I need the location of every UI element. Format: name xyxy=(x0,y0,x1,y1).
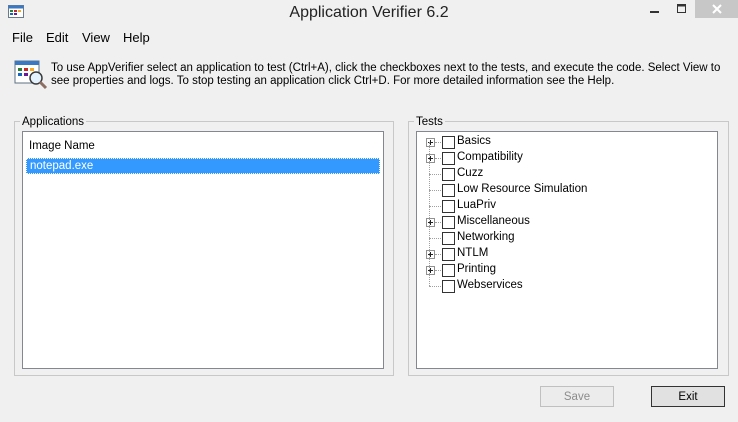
minimize-icon xyxy=(650,11,659,13)
expand-plus-icon[interactable] xyxy=(426,138,435,147)
tree-item-compatibility[interactable]: Compatibility xyxy=(417,151,707,167)
applications-list[interactable]: Image Name notepad.exe xyxy=(22,131,384,369)
expand-plus-icon[interactable] xyxy=(426,154,435,163)
test-checkbox[interactable] xyxy=(442,184,455,197)
test-checkbox[interactable] xyxy=(442,264,455,277)
tree-item-label: LuaPriv xyxy=(457,199,496,211)
instructions-text: To use AppVerifier select an application… xyxy=(51,62,721,87)
menu-bar: File Edit View Help xyxy=(0,28,738,48)
test-checkbox[interactable] xyxy=(442,136,455,149)
expand-plus-icon[interactable] xyxy=(426,218,435,227)
menu-file[interactable]: File xyxy=(12,30,33,45)
test-checkbox[interactable] xyxy=(442,152,455,165)
tree-item-ntlm[interactable]: NTLM xyxy=(417,247,707,263)
tree-item-luapriv[interactable]: LuaPriv xyxy=(417,199,707,215)
tree-item-webservices[interactable]: Webservices xyxy=(417,279,707,295)
tests-tree[interactable]: Basics Compatibility Cuzz Low Resource S… xyxy=(416,131,718,369)
test-checkbox[interactable] xyxy=(442,168,455,181)
tree-item-low-resource-simulation[interactable]: Low Resource Simulation xyxy=(417,183,707,199)
save-button[interactable]: Save xyxy=(540,386,614,407)
exit-button[interactable]: Exit xyxy=(651,386,725,407)
menu-view[interactable]: View xyxy=(82,30,110,45)
tree-item-label: Webservices xyxy=(457,279,523,291)
tree-item-label: Miscellaneous xyxy=(457,215,530,227)
tree-connector xyxy=(429,142,430,286)
tree-item-miscellaneous[interactable]: Miscellaneous xyxy=(417,215,707,231)
test-checkbox[interactable] xyxy=(442,232,455,245)
test-checkbox[interactable] xyxy=(442,216,455,229)
tree-item-label: NTLM xyxy=(457,247,489,259)
close-icon xyxy=(711,4,722,14)
tree-item-label: Low Resource Simulation xyxy=(457,183,588,195)
menu-edit[interactable]: Edit xyxy=(46,30,68,45)
maximize-icon xyxy=(677,4,686,13)
menu-help[interactable]: Help xyxy=(123,30,150,45)
expand-plus-icon[interactable] xyxy=(426,250,435,259)
test-checkbox[interactable] xyxy=(442,280,455,293)
window-title: Application Verifier 6.2 xyxy=(289,4,449,21)
image-name-column-header[interactable]: Image Name xyxy=(29,140,95,152)
application-row[interactable]: notepad.exe xyxy=(26,158,380,174)
title-bar: Application Verifier 6.2 xyxy=(0,0,738,28)
tree-item-label: Printing xyxy=(457,263,496,275)
expand-plus-icon[interactable] xyxy=(426,266,435,275)
minimize-button[interactable] xyxy=(641,0,669,18)
tree-item-networking[interactable]: Networking xyxy=(417,231,707,247)
applications-group-label: Applications xyxy=(20,116,87,128)
tree-item-label: Cuzz xyxy=(457,167,484,179)
test-checkbox[interactable] xyxy=(442,248,455,261)
tree-item-printing[interactable]: Printing xyxy=(417,263,707,279)
maximize-button[interactable] xyxy=(669,0,695,18)
tree-item-cuzz[interactable]: Cuzz xyxy=(417,167,707,183)
tree-item-label: Networking xyxy=(457,231,515,243)
tree-item-label: Basics xyxy=(457,135,491,147)
tests-group-label: Tests xyxy=(414,116,445,128)
tree-item-label: Compatibility xyxy=(457,151,523,163)
tree-item-basics[interactable]: Basics xyxy=(417,135,707,151)
test-checkbox[interactable] xyxy=(442,200,455,213)
app-verifier-window: Application Verifier 6.2 File Edit View … xyxy=(0,0,738,422)
info-verifier-icon xyxy=(14,60,48,90)
application-name: notepad.exe xyxy=(30,160,94,172)
close-button[interactable] xyxy=(695,0,738,18)
